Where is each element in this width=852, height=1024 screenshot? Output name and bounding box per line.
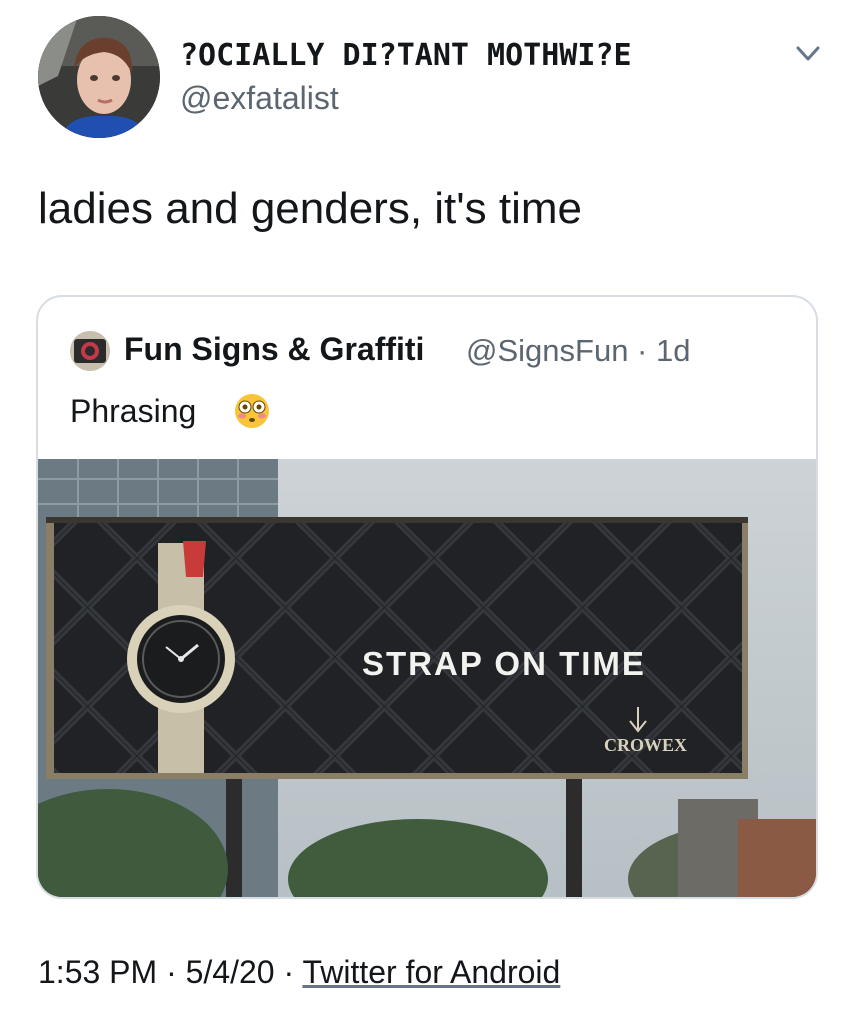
flushed-face-emoji-icon xyxy=(234,393,270,429)
quoted-author-avatar xyxy=(70,331,110,371)
billboard-photo[interactable]: STRAP ON TIME CROWEX xyxy=(38,459,816,897)
author-avatar[interactable] xyxy=(38,16,160,138)
quoted-author-handle-time[interactable]: @SignsFun · 1d xyxy=(466,333,690,369)
quoted-author-name[interactable]: Fun Signs & Graffiti xyxy=(124,331,424,368)
quoted-tweet-card[interactable]: Fun Signs & Graffiti @SignsFun · 1d Phra… xyxy=(36,295,818,899)
tweet-screenshot: ?OCIALLY DI?TANT MOTHWI?E @exfatalist la… xyxy=(0,0,852,1024)
billboard-brand: CROWEX xyxy=(604,735,688,755)
tweet-timestamp[interactable]: 1:53 PM · 5/4/20 · xyxy=(38,954,302,990)
billboard-slogan: STRAP ON TIME xyxy=(362,645,646,682)
chevron-down-icon[interactable] xyxy=(788,34,828,74)
author-display-name[interactable]: ?OCIALLY DI?TANT MOTHWI?E xyxy=(180,38,632,73)
tweet-text: ladies and genders, it's time xyxy=(38,184,583,233)
tweet-footer: 1:53 PM · 5/4/20 · Twitter for Android xyxy=(38,954,560,991)
quoted-tweet-text: Phrasing xyxy=(70,393,197,429)
author-handle[interactable]: @exfatalist xyxy=(180,80,339,117)
avatar-photo xyxy=(38,16,160,138)
tweet-source-link[interactable]: Twitter for Android xyxy=(302,954,560,990)
